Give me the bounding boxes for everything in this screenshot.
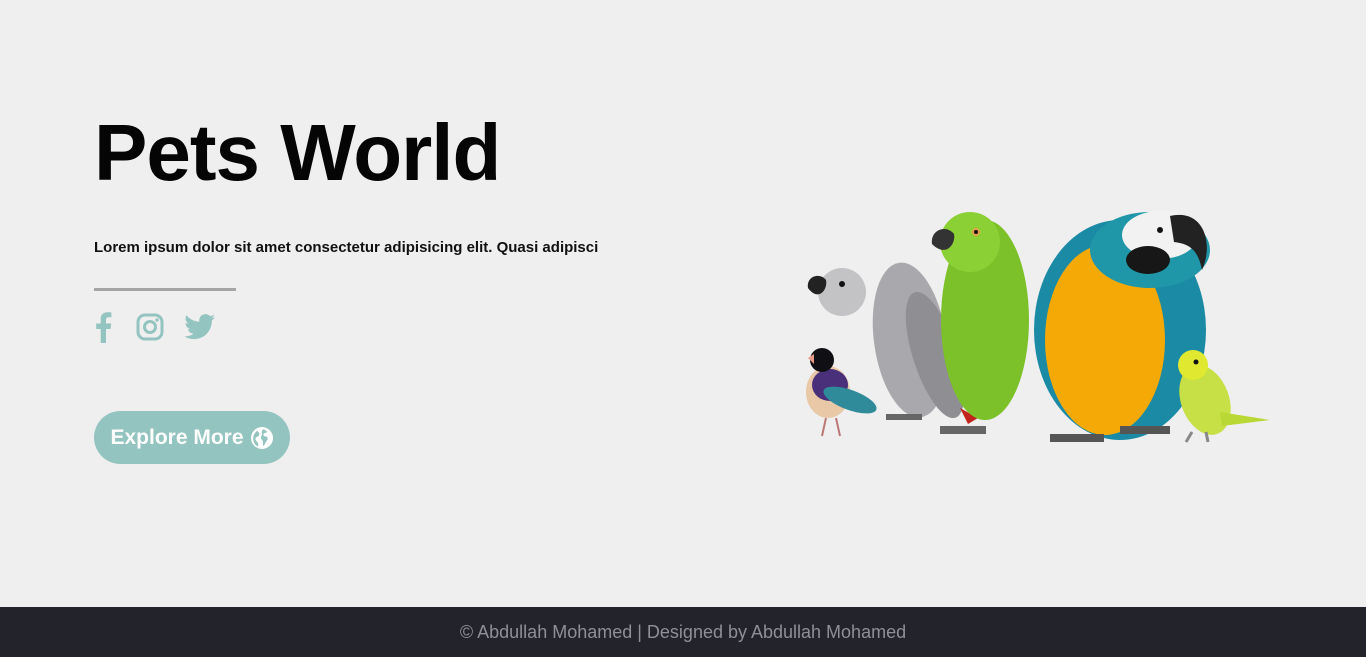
birds-illustration [806,211,1270,443]
divider [94,288,236,291]
facebook-icon [96,312,112,343]
explore-more-label: Explore More [110,425,244,449]
footer: © Abdullah Mohamed | Designed by Abdulla… [0,607,1366,657]
page: Pets World Lorem ipsum dolor sit amet co… [0,0,1366,657]
globe-icon [250,426,273,449]
budgie-bird [1178,350,1270,443]
explore-more-button[interactable]: Explore More [94,411,290,464]
footer-copyright: © Abdullah Mohamed | Designed by Abdulla… [459,621,907,642]
twitter-icon [184,314,216,340]
instagram-link[interactable] [136,313,164,341]
hero-section: Pets World Lorem ipsum dolor sit amet co… [94,105,714,345]
social-links [94,309,714,345]
facebook-link[interactable] [94,311,112,343]
hero-subtitle: Lorem ipsum dolor sit amet consectetur a… [94,239,599,256]
instagram-icon [136,313,164,341]
finch-bird [806,348,877,437]
twitter-link[interactable] [184,314,216,340]
page-title: Pets World [94,108,501,197]
